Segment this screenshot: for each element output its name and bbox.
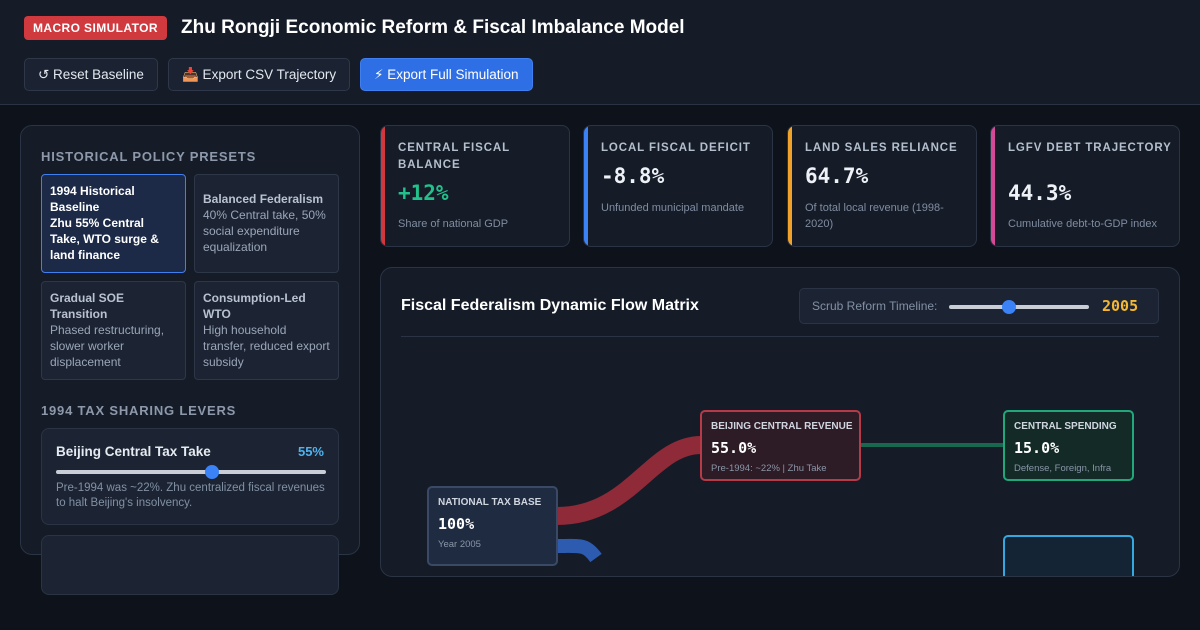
node-local-spending[interactable] [1003,535,1134,576]
lever-label: Beijing Central Tax Take [56,444,211,459]
kpi-accent-stripe [991,126,995,246]
node-title: CENTRAL SPENDING [1014,421,1117,432]
kpi-label: Central Fiscal Balance [398,142,510,171]
node-title: BEIJING CENTRAL REVENUE [711,421,853,432]
node-value: 100% [438,515,475,533]
kpi-lgfv-debt-trajectory: LGFV Debt Trajectory 44.3% Cumulative de… [990,125,1180,247]
kpi-accent-stripe [788,126,792,246]
top-bar: MACRO SIMULATOR Zhu Rongji Economic Refo… [0,0,1200,105]
controls-panel: Historical Policy Presets 1994 Historica… [20,125,360,595]
node-national-tax-base[interactable]: NATIONAL TAX BASE 100% Year 2005 [427,486,558,566]
kpi-label: Local Fiscal Deficit [601,142,751,154]
kpi-subtitle: Share of national GDP [398,218,509,230]
lever-value: 55% [297,444,324,459]
preset-consumption-led[interactable]: Consumption-Led WTO High household trans… [194,281,339,380]
preset-title: 1994 Historical Baseline [50,184,135,214]
kpi-value: 64.7% [805,164,869,188]
kpi-subtitle: Cumulative debt-to-GDP index [1008,218,1157,230]
node-central-spending[interactable]: CENTRAL SPENDING 15.0% Defense, Foreign,… [1003,410,1134,481]
export-full-simulation-button[interactable]: ⚡ Export Full Simulation [360,58,533,91]
node-subtitle: Pre-1994: ~22% | Zhu Take [711,463,827,474]
preset-gradual-soe[interactable]: Gradual SOE Transition Phased restructur… [41,281,186,380]
node-value: 15.0% [1014,439,1060,457]
reset-baseline-button[interactable]: ↺ Reset Baseline [24,58,158,91]
lever-central-tax-take: Beijing Central Tax Take 55% Pre-1994 wa… [41,428,339,525]
flow-matrix-panel: Fiscal Federalism Dynamic Flow Matrix Sc… [380,267,1180,577]
preset-1994-baseline[interactable]: 1994 Historical Baseline Zhu 55% Central… [41,174,186,273]
kpi-label: LGFV Debt Trajectory [1008,142,1172,154]
node-subtitle: Year 2005 [438,539,481,550]
kpi-local-fiscal-deficit: Local Fiscal Deficit -8.8% Unfunded muni… [583,125,773,247]
brand-badge: MACRO SIMULATOR [24,16,167,40]
node-title: NATIONAL TAX BASE [438,497,542,508]
app-title: Zhu Rongji Economic Reform & Fiscal Imba… [181,17,685,38]
node-value: 55.0% [711,439,757,457]
lever-note: Pre-1994 was ~22%. Zhu centralized fisca… [56,482,325,509]
lever-card-next [41,535,339,595]
flow-link-local-revenue [556,538,602,563]
preset-desc: High household transfer, reduced export … [203,323,330,369]
preset-title: Consumption-Led WTO [203,291,306,321]
kpi-accent-stripe [584,126,588,246]
kpi-label: Land Sales Reliance [805,142,958,154]
kpi-accent-stripe [381,126,385,246]
preset-balanced-federalism[interactable]: Balanced Federalism 40% Central take, 50… [194,174,339,273]
preset-title: Balanced Federalism [203,192,324,206]
kpi-subtitle: Unfunded municipal mandate [601,202,745,214]
node-subtitle: Defense, Foreign, Infra [1014,463,1112,474]
central-tax-take-slider[interactable] [56,465,326,479]
kpi-subtitle: Of total local revenue (1998-2020) [805,202,944,230]
kpi-central-fiscal-balance: Central Fiscal Balance +12% Share of nat… [380,125,570,247]
kpi-value: +12% [398,181,449,205]
kpi-land-sales-reliance: Land Sales Reliance 64.7% Of total local… [787,125,977,247]
preset-title: Gradual SOE Transition [50,291,125,321]
presets-heading: Historical Policy Presets [41,149,257,164]
levers-heading: 1994 Tax Sharing Levers [41,403,237,418]
preset-desc: Phased restructuring, slower worker disp… [50,323,165,369]
preset-desc: 40% Central take, 50% social expenditure… [203,208,326,254]
kpi-value: 44.3% [1008,181,1072,205]
preset-desc: Zhu 55% Central Take, WTO surge & land f… [50,216,159,262]
kpi-value: -8.8% [601,164,665,188]
node-beijing-central-revenue[interactable]: BEIJING CENTRAL REVENUE 55.0% Pre-1994: … [700,410,861,481]
export-csv-button[interactable]: 📥 Export CSV Trajectory [168,58,351,91]
flow-link-central-revenue [556,436,702,525]
